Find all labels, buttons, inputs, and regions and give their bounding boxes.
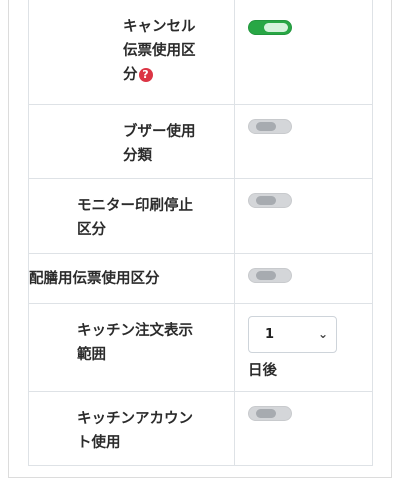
serving-slip-toggle[interactable] — [248, 267, 292, 283]
setting-control-cell — [234, 252, 373, 304]
label-line: キャンセル — [123, 19, 196, 35]
label-line-with-help: 分? — [123, 63, 234, 87]
setting-label-kitchen-display-range: キッチン注文表示 範囲 — [28, 302, 235, 392]
table-row: キャンセル 伝票使用区 分? — [28, 0, 373, 105]
setting-control-cell: 1 ⌄ 日後 — [234, 302, 373, 392]
setting-control-cell — [234, 103, 373, 179]
range-unit-label: 日後 — [248, 362, 277, 379]
toggle-knob — [256, 195, 276, 205]
toggle-knob — [264, 23, 288, 32]
setting-label-kitchen-account: キッチンアカウン ト使用 — [28, 390, 235, 466]
kitchen-display-range-select[interactable]: 1 ⌄ — [248, 315, 337, 353]
label-line: ブザー使用 — [123, 123, 196, 140]
kitchen-account-toggle[interactable] — [248, 405, 292, 421]
monitor-print-stop-toggle[interactable] — [248, 192, 292, 208]
label-line: 区分 — [77, 221, 106, 238]
toggle-knob — [256, 408, 276, 418]
setting-label-cancel-slip: キャンセル 伝票使用区 分? — [28, 0, 235, 105]
question-circle-icon[interactable]: ? — [138, 68, 153, 82]
toggle-knob — [256, 270, 276, 280]
chevron-down-icon: ⌄ — [317, 326, 328, 341]
select-value: 1 — [265, 326, 275, 342]
setting-label-monitor-print-stop: モニター印刷停止 区分 — [28, 177, 235, 254]
label-line: 配膳用伝票使用区分 — [29, 270, 160, 287]
table-row: キッチンアカウン ト使用 — [28, 390, 373, 466]
table-row: キッチン注文表示 範囲 1 ⌄ 日後 — [28, 302, 373, 392]
setting-label-serving-slip: 配膳用伝票使用区分 — [28, 252, 235, 304]
settings-table: キャンセル 伝票使用区 分? ブザー使用 分類 モニター印刷停止 区分 配膳用伝… — [28, 0, 373, 466]
label-line: キッチンアカウン — [77, 410, 193, 427]
toggle-knob — [256, 121, 276, 131]
label-line: キッチン注文表示 — [77, 322, 193, 339]
table-row: ブザー使用 分類 — [28, 103, 373, 179]
setting-control-cell — [234, 390, 373, 466]
buzzer-toggle[interactable] — [248, 118, 292, 134]
table-row: 配膳用伝票使用区分 — [28, 252, 373, 304]
table-row: モニター印刷停止 区分 — [28, 177, 373, 254]
label-line: ト使用 — [77, 434, 121, 451]
label-line: 分類 — [123, 147, 152, 164]
label-line: 分 — [123, 67, 138, 83]
label-line: 伝票使用区 — [123, 43, 196, 59]
setting-control-cell — [234, 0, 373, 105]
label-line: モニター印刷停止 — [77, 197, 193, 214]
label-line: 範囲 — [77, 346, 106, 363]
setting-control-cell — [234, 177, 373, 254]
setting-label-buzzer: ブザー使用 分類 — [28, 103, 235, 179]
cancel-slip-toggle[interactable] — [248, 20, 292, 35]
